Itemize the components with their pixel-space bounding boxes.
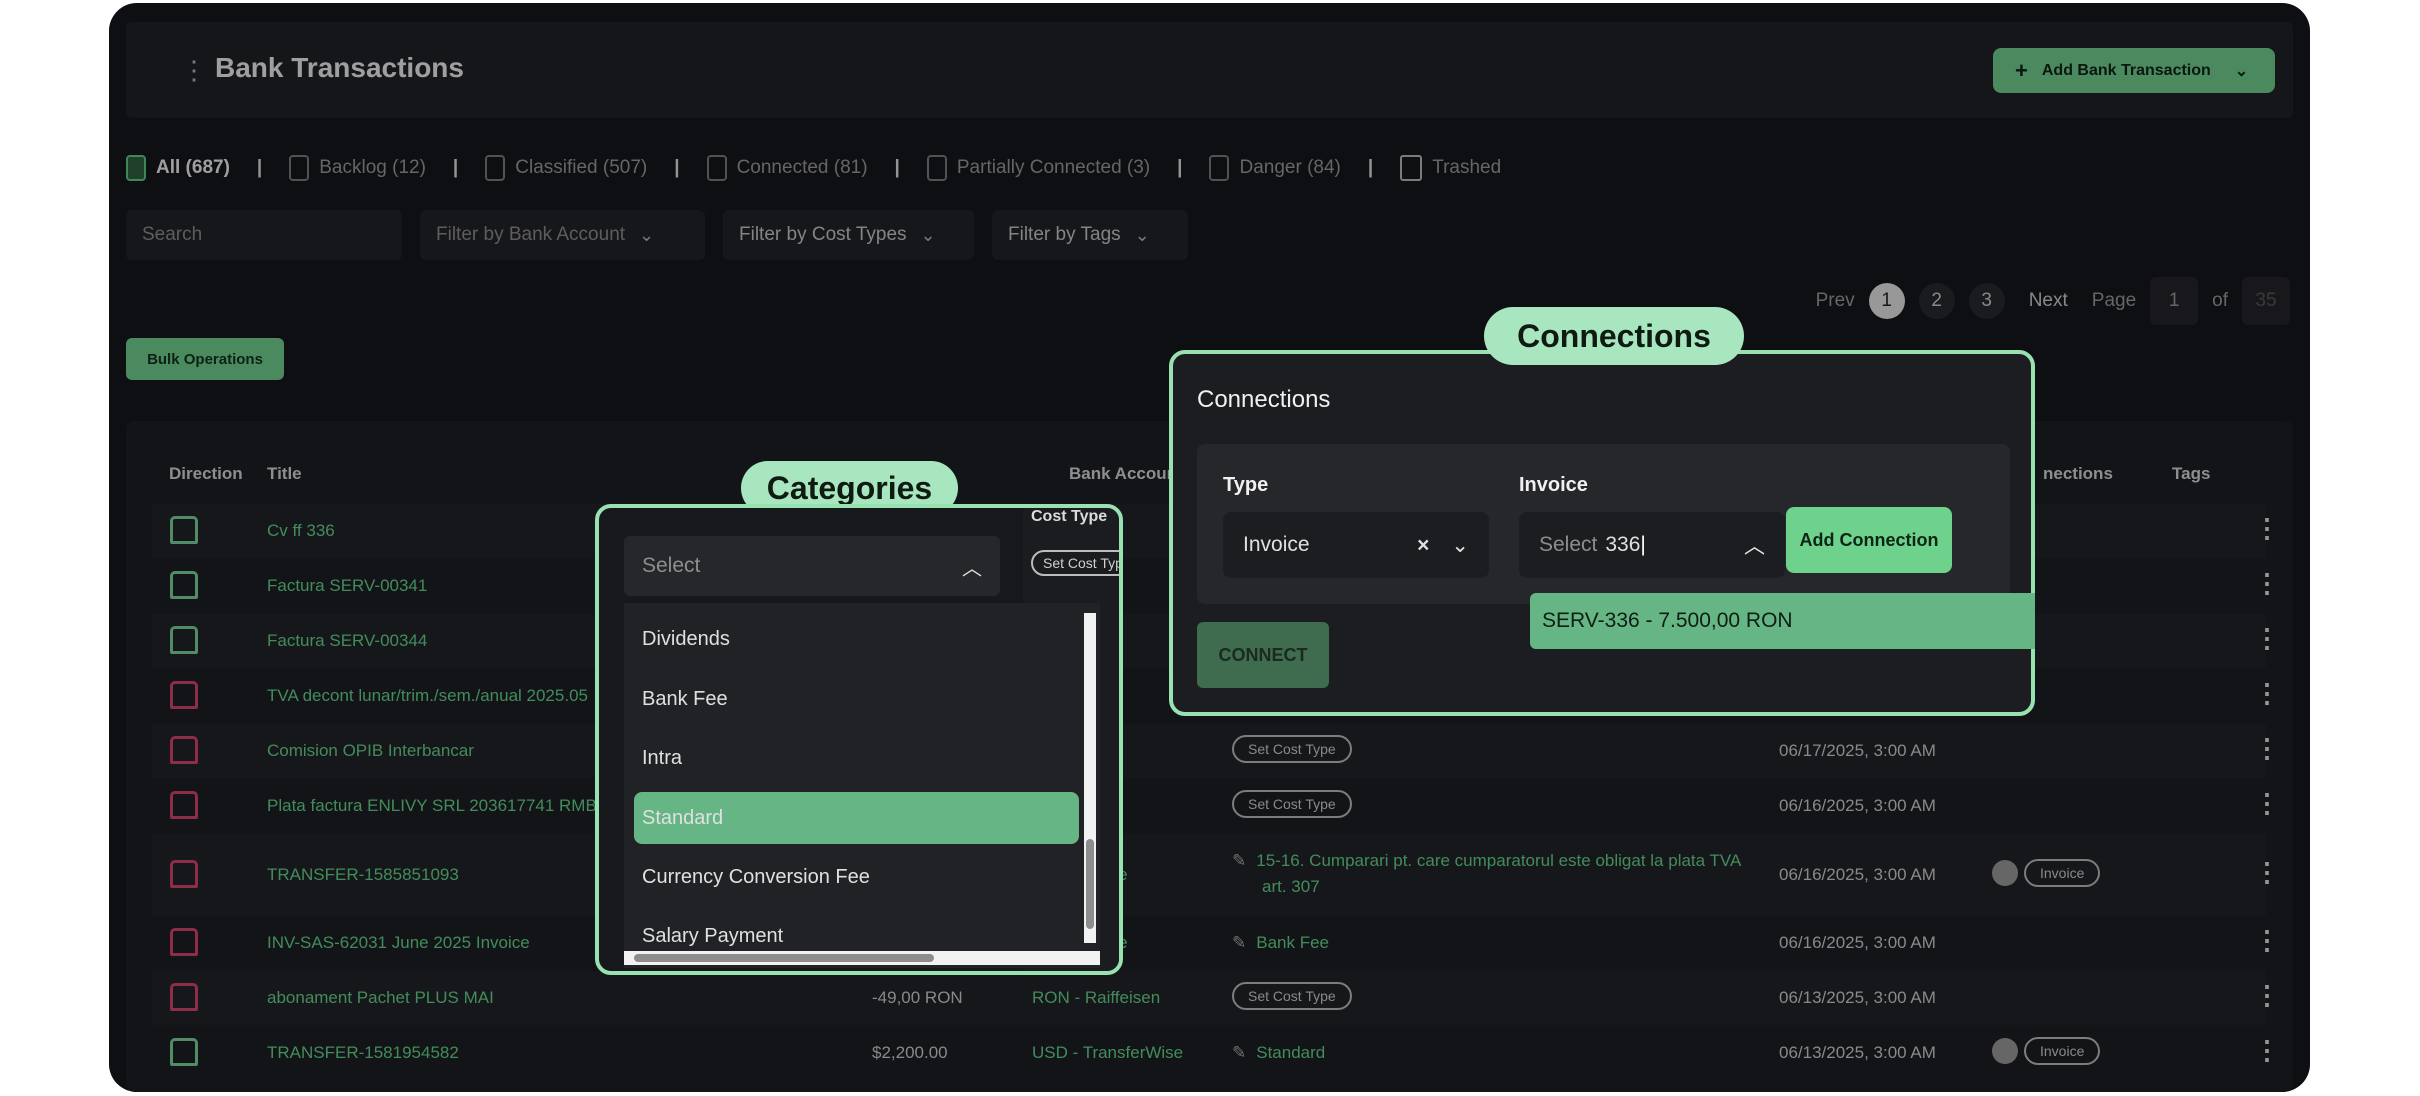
category-option-selected[interactable]: Standard	[634, 792, 1079, 844]
type-label: Type	[1223, 474, 1269, 496]
connections-badge: Connections	[1484, 307, 1744, 365]
category-option[interactable]: Dividends	[634, 613, 1079, 665]
set-cost-type-button[interactable]: Set Cost Typ	[1031, 550, 1119, 576]
connect-button[interactable]: CONNECT	[1197, 622, 1329, 688]
categories-panel: Cost Type Set Cost Typ Select ︿ Dividend…	[595, 504, 1123, 975]
vertical-scroll-thumb[interactable]	[1086, 839, 1094, 929]
connections-title: Connections	[1197, 386, 1331, 413]
category-option[interactable]: Intra	[634, 732, 1079, 784]
category-select[interactable]: Select ︿	[624, 536, 1000, 596]
chevron-up-icon: ︿	[962, 557, 982, 580]
connections-panel: Connections Type Invoice Invoice × ⌄ Sele…	[1169, 350, 2035, 716]
chevron-down-icon[interactable]: ⌄	[1451, 534, 1469, 557]
type-select[interactable]: Invoice × ⌄	[1223, 512, 1489, 578]
chevron-up-icon[interactable]: ︿	[1744, 530, 1765, 560]
invoice-label: Invoice	[1519, 474, 1588, 496]
cost-type-header: Cost Type	[1031, 508, 1108, 525]
add-connection-button[interactable]: Add Connection	[1786, 507, 1952, 573]
category-option[interactable]: Currency Conversion Fee	[634, 851, 1079, 903]
horizontal-scroll-thumb[interactable]	[634, 954, 934, 962]
type-value: Invoice	[1243, 533, 1310, 556]
invoice-option[interactable]: SERV-336 - 7.500,00 RON	[1530, 593, 2035, 649]
invoice-search-text[interactable]: 336	[1605, 533, 1640, 556]
horizontal-scrollbar[interactable]	[624, 951, 1100, 965]
invoice-placeholder: Select	[1539, 533, 1598, 556]
clear-icon[interactable]: ×	[1417, 534, 1429, 557]
category-option[interactable]: Bank Fee	[634, 673, 1079, 725]
category-dropdown-list: Dividends Bank Fee Intra Standard Curren…	[624, 603, 1100, 968]
invoice-select[interactable]: Select 336| ︿	[1519, 512, 1785, 578]
category-select-placeholder: Select	[642, 554, 701, 577]
